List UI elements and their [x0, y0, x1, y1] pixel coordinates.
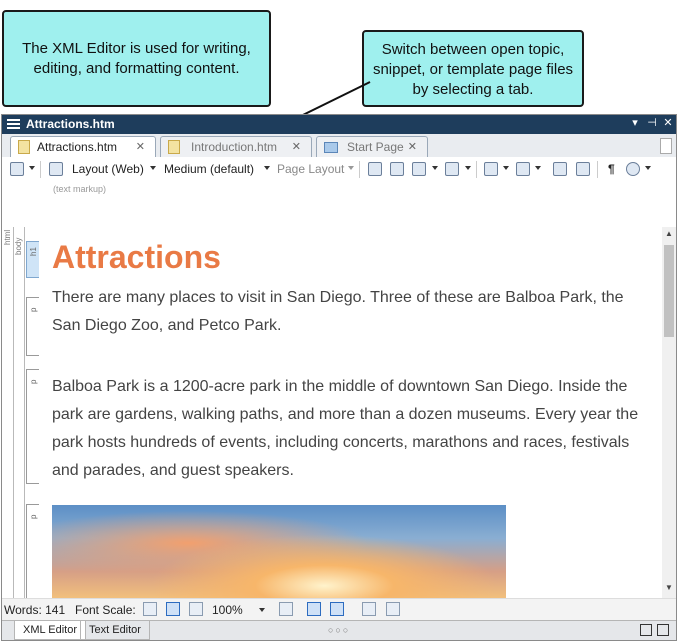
tab-attractions[interactable]: Attractions.htm ✕: [10, 136, 156, 158]
tab-start-page[interactable]: Start Page ✕: [316, 136, 428, 157]
tab-close-icon[interactable]: ✕: [136, 137, 145, 157]
chevron-down-icon[interactable]: [259, 608, 265, 612]
chevron-down-icon[interactable]: [29, 166, 35, 170]
window-titlebar: Attractions.htm ▾ ⊣ ✕: [2, 115, 676, 134]
window-title: Attractions.htm: [26, 117, 115, 131]
chevron-down-icon[interactable]: [465, 166, 471, 170]
page-heading[interactable]: Attractions: [52, 239, 221, 276]
tab-label: Attractions.htm: [37, 140, 118, 154]
chevron-down-icon[interactable]: [432, 166, 438, 170]
structure-bar-p[interactable]: p: [26, 297, 39, 356]
toolbar-separator: [476, 161, 477, 178]
chevron-down-icon[interactable]: [150, 166, 156, 170]
insert-info-icon[interactable]: [553, 162, 567, 176]
tab-text-editor[interactable]: Text Editor: [80, 621, 150, 640]
font-scale-label: Font Scale:: [75, 603, 136, 617]
toolbar-separator: [40, 161, 41, 178]
preview-icon[interactable]: [10, 162, 24, 176]
chevron-down-icon[interactable]: [645, 166, 651, 170]
word-count: Words: 141: [4, 603, 66, 617]
layout-grid-icon[interactable]: [279, 602, 293, 616]
font-scale-decrease-button[interactable]: [143, 602, 157, 616]
scrollbar-thumb[interactable]: [664, 245, 674, 337]
struct-label-p: p: [29, 514, 38, 519]
editor-pane[interactable]: html body h1 p p p Attractions There are…: [2, 227, 662, 598]
xml-editor-window: Attractions.htm ▾ ⊣ ✕ Attractions.htm ✕ …: [1, 114, 677, 641]
struct-label-p: p: [29, 379, 38, 384]
chevron-down-icon[interactable]: [503, 166, 509, 170]
font-scale-reset-button[interactable]: [166, 602, 180, 616]
more-options-icon[interactable]: ○○○: [328, 625, 350, 635]
close-window-button[interactable]: ✕: [661, 116, 675, 129]
paragraph[interactable]: There are many places to visit in San Di…: [52, 284, 648, 340]
vertical-scrollbar[interactable]: ▲ ▼: [662, 227, 676, 598]
horizontal-ruler-icon[interactable]: [362, 602, 376, 616]
layout-dropdown[interactable]: Layout (Web): [72, 162, 144, 176]
show-span-bars-icon[interactable]: [330, 602, 344, 616]
page-layout-dropdown[interactable]: Page Layout: [277, 162, 344, 176]
structure-bar-p[interactable]: p: [26, 369, 39, 484]
show-structure-bars-icon[interactable]: [307, 602, 321, 616]
window-menu-button[interactable]: ▾: [628, 116, 642, 129]
insert-snippet-icon[interactable]: [484, 162, 498, 176]
insert-variable-icon[interactable]: [516, 162, 530, 176]
pin-button[interactable]: ⊣: [645, 116, 659, 129]
toolbar-separator: [597, 161, 598, 178]
tab-introduction[interactable]: Introduction.htm ✕: [160, 136, 312, 157]
structure-bar-h1[interactable]: h1: [26, 241, 39, 278]
chevron-down-icon[interactable]: [264, 166, 270, 170]
status-bar: Words: 141 Font Scale: 100%: [2, 598, 676, 621]
callout-tabs: Switch between open topic, snippet, or t…: [362, 30, 584, 107]
tab-overflow-icon[interactable]: [660, 138, 672, 154]
start-page-icon: [324, 142, 338, 153]
structure-bar-body[interactable]: body: [14, 227, 25, 598]
toolbar-separator: [359, 161, 360, 178]
callout-xml-editor: The XML Editor is used for writing, edit…: [2, 10, 271, 107]
chevron-down-icon[interactable]: [535, 166, 541, 170]
track-changes-icon[interactable]: [390, 162, 404, 176]
split-view-icon[interactable]: [640, 624, 652, 636]
show-tags-icon[interactable]: [49, 162, 63, 176]
editor-toolbar: Layout (Web) Medium (default) Page Layou…: [2, 157, 676, 183]
vertical-ruler-icon[interactable]: [386, 602, 400, 616]
single-view-icon[interactable]: [657, 624, 669, 636]
structure-bar-p[interactable]: p: [26, 504, 39, 598]
zoom-select[interactable]: 100%: [212, 603, 243, 617]
structure-bar-html[interactable]: html: [3, 227, 14, 598]
insert-table-icon[interactable]: [445, 162, 459, 176]
paragraph[interactable]: Balboa Park is a 1200-acre park in the m…: [52, 373, 648, 485]
topic-file-icon: [18, 140, 30, 154]
hamburger-menu-icon[interactable]: [7, 119, 20, 130]
tab-label: Start Page: [347, 140, 404, 154]
medium-dropdown[interactable]: Medium (default): [164, 162, 254, 176]
editor-mode-tabs: XML Editor Text Editor ○○○: [2, 620, 676, 640]
view-options-icon[interactable]: [626, 162, 640, 176]
scroll-up-icon[interactable]: ▲: [665, 229, 673, 238]
chevron-down-icon[interactable]: [348, 166, 354, 170]
tab-label: Introduction.htm: [191, 140, 278, 154]
conditions-icon[interactable]: [368, 162, 382, 176]
tab-xml-editor[interactable]: XML Editor: [14, 621, 87, 640]
insert-ci-icon[interactable]: [576, 162, 590, 176]
struct-label-h1: h1: [29, 247, 38, 256]
scroll-down-icon[interactable]: ▼: [665, 583, 673, 592]
sunset-sky-image[interactable]: [52, 505, 506, 598]
font-scale-increase-button[interactable]: [189, 602, 203, 616]
struct-label-html: html: [3, 229, 12, 245]
struct-label-body: body: [14, 237, 23, 255]
struct-label-p: p: [29, 307, 38, 312]
document-tabstrip: Attractions.htm ✕ Introduction.htm ✕ Sta…: [2, 134, 676, 158]
text-markup-label: (text markup): [53, 184, 107, 194]
tab-close-icon[interactable]: ✕: [292, 137, 301, 157]
topic-file-icon: [168, 140, 180, 154]
tab-close-icon[interactable]: ✕: [408, 137, 417, 157]
insert-image-icon[interactable]: [412, 162, 426, 176]
show-pilcrow-icon[interactable]: ¶: [608, 162, 615, 176]
